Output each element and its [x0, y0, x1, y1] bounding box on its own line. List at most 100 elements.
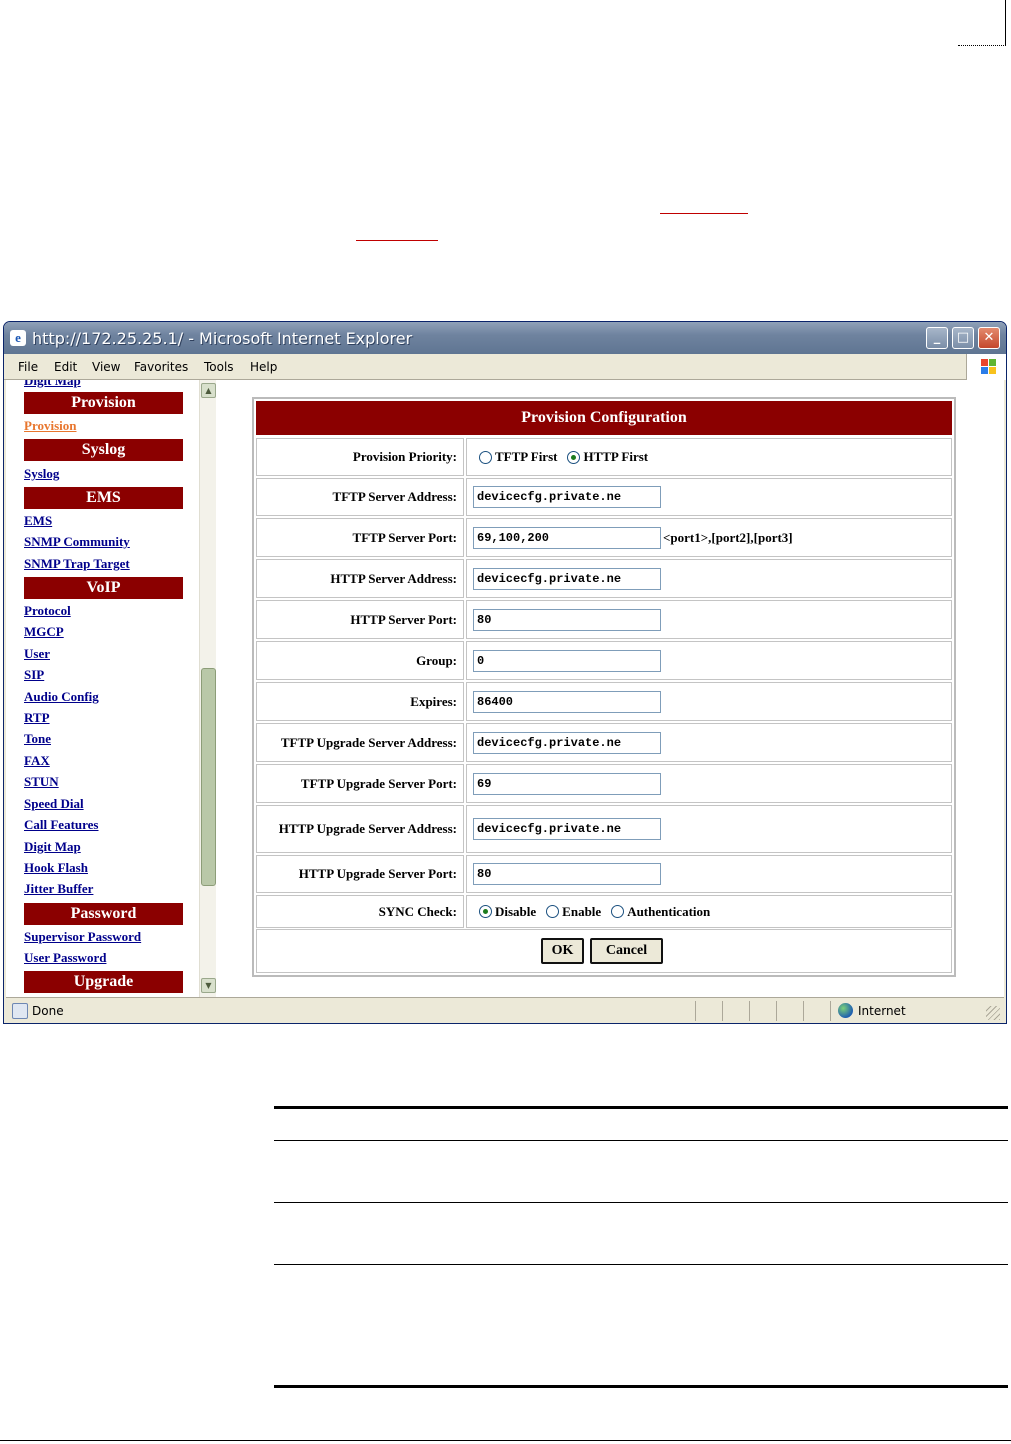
nav-link-provision[interactable]: Provision	[24, 418, 77, 434]
nav-header-provision: Provision	[24, 392, 183, 414]
page-corner-mark	[958, 0, 1006, 46]
form-buttons: OK Cancel	[256, 929, 952, 973]
nav-link-audio-config[interactable]: Audio Config	[24, 689, 99, 705]
nav-link-mgcp[interactable]: MGCP	[24, 624, 64, 640]
http-server-address-input[interactable]: devicecfg.private.ne	[473, 567, 661, 590]
nav-link-supervisor-password[interactable]: Supervisor Password	[24, 929, 141, 945]
ok-button[interactable]: OK	[541, 938, 584, 964]
nav-link-hook-flash[interactable]: Hook Flash	[24, 860, 88, 876]
menu-favorites[interactable]: Favorites	[134, 360, 188, 374]
close-button[interactable]: ✕	[978, 327, 1000, 349]
row-expires: Expires: 86400	[256, 682, 952, 721]
main-frame: Provision Configuration Provision Priori…	[221, 380, 1004, 997]
radio-label: TFTP First	[495, 449, 558, 464]
row-http-server-port: HTTP Server Port: 80	[256, 600, 952, 639]
nav-link-fax[interactable]: FAX	[24, 753, 50, 769]
table-rule	[274, 1264, 1008, 1265]
nav-link-rtp[interactable]: RTP	[24, 710, 50, 726]
port-format-hint: <port1>,[port2],[port3]	[663, 529, 793, 545]
nav-link-snmp-trap-target[interactable]: SNMP Trap Target	[24, 556, 130, 572]
radio-tftp-first[interactable]	[479, 450, 492, 464]
internet-zone-icon	[838, 1003, 853, 1018]
status-bar: Done Internet	[6, 997, 1004, 1023]
radio-sync-authentication[interactable]	[611, 905, 625, 918]
status-text: Done	[32, 1004, 64, 1018]
scroll-thumb[interactable]	[201, 668, 216, 886]
nav-link-user-password[interactable]: User Password	[24, 950, 106, 966]
nav-link-digit-map-cut[interactable]: Digit Map	[24, 380, 81, 389]
scroll-up-icon[interactable]: ▲	[201, 383, 216, 398]
group-input[interactable]: 0	[473, 649, 661, 672]
tftp-upgrade-server-address-input[interactable]: devicecfg.private.ne	[473, 731, 661, 754]
radio-http-first[interactable]	[567, 450, 581, 464]
nav-header-ems: EMS	[24, 487, 183, 509]
nav-frame: Digit Map Provision Provision Syslog Sys…	[6, 380, 197, 997]
row-tftp-upgrade-server-port: TFTP Upgrade Server Port: 69	[256, 764, 952, 803]
field-label: TFTP Upgrade Server Address:	[256, 723, 464, 762]
http-server-port-input[interactable]: 80	[473, 608, 661, 631]
browser-window: e http://172.25.25.1/ - Microsoft Intern…	[3, 321, 1007, 1024]
radio-label: HTTP First	[583, 449, 649, 464]
window-titlebar[interactable]: e http://172.25.25.1/ - Microsoft Intern…	[4, 322, 1006, 354]
windows-logo-icon	[966, 354, 1006, 380]
provision-config-form: Provision Configuration Provision Priori…	[252, 397, 956, 977]
radio-label: Disable	[495, 903, 537, 919]
nav-link-user[interactable]: User	[24, 646, 50, 662]
field-label: HTTP Upgrade Server Port:	[256, 855, 464, 893]
row-http-upgrade-server-port: HTTP Upgrade Server Port: 80	[256, 855, 952, 893]
config-title: Provision Configuration	[256, 401, 952, 435]
nav-link-jitter-buffer[interactable]: Jitter Buffer	[24, 881, 93, 897]
row-http-server-address: HTTP Server Address: devicecfg.private.n…	[256, 559, 952, 598]
page-viewport: Digit Map Provision Provision Syslog Sys…	[6, 380, 1004, 997]
table-rule	[274, 1140, 1008, 1141]
cancel-button[interactable]: Cancel	[590, 938, 663, 964]
tftp-server-port-input[interactable]: 69,100,200	[473, 526, 661, 549]
scroll-down-icon[interactable]: ▼	[201, 978, 216, 993]
radio-sync-enable[interactable]	[546, 905, 560, 918]
nav-link-snmp-community[interactable]: SNMP Community	[24, 534, 130, 550]
field-label: Group:	[256, 641, 464, 680]
nav-header-syslog: Syslog	[24, 439, 183, 461]
field-label: HTTP Server Port:	[256, 600, 464, 639]
page-icon	[12, 1003, 28, 1019]
row-tftp-server-port: TFTP Server Port: 69,100,200 <port1>,[po…	[256, 518, 952, 557]
field-label: HTTP Server Address:	[256, 559, 464, 598]
page-footer-rule	[0, 1440, 1011, 1441]
nav-link-sip[interactable]: SIP	[24, 667, 44, 683]
nav-scrollbar[interactable]: ▲ ▼	[199, 380, 216, 997]
nav-link-call-features[interactable]: Call Features	[24, 817, 99, 833]
minimize-button[interactable]: _	[926, 327, 948, 349]
expires-input[interactable]: 86400	[473, 690, 661, 713]
row-tftp-server-address: TFTP Server Address: devicecfg.private.n…	[256, 478, 952, 516]
menu-help[interactable]: Help	[250, 360, 277, 374]
menu-file[interactable]: File	[18, 360, 38, 374]
menu-tools[interactable]: Tools	[204, 360, 234, 374]
zone-text: Internet	[858, 1004, 906, 1018]
field-label: Provision Priority:	[256, 438, 464, 476]
field-label: Expires:	[256, 682, 464, 721]
radio-sync-disable[interactable]	[479, 905, 492, 918]
radio-label: Authentication	[627, 903, 711, 919]
field-label: HTTP Upgrade Server Address:	[256, 805, 464, 853]
tftp-upgrade-server-port-input[interactable]: 69	[473, 772, 661, 795]
nav-link-ems[interactable]: EMS	[24, 513, 52, 529]
red-underline-mark	[660, 213, 748, 214]
http-upgrade-server-port-input[interactable]: 80	[473, 863, 661, 885]
ie-icon: e	[10, 330, 26, 346]
maximize-button[interactable]: □	[952, 327, 974, 349]
menu-edit[interactable]: Edit	[54, 360, 77, 374]
tftp-server-address-input[interactable]: devicecfg.private.ne	[473, 486, 661, 508]
field-label: TFTP Server Port:	[256, 518, 464, 557]
menu-view[interactable]: View	[92, 360, 120, 374]
nav-link-syslog[interactable]: Syslog	[24, 466, 59, 482]
resize-grip-icon[interactable]	[986, 1006, 1000, 1020]
row-provision-priority: Provision Priority: TFTP First HTTP Firs…	[256, 438, 952, 476]
red-underline-mark	[356, 240, 438, 241]
nav-link-protocol[interactable]: Protocol	[24, 603, 71, 619]
nav-link-tone[interactable]: Tone	[24, 731, 51, 747]
nav-link-stun[interactable]: STUN	[24, 774, 59, 790]
nav-link-speed-dial[interactable]: Speed Dial	[24, 796, 84, 812]
http-upgrade-server-address-input[interactable]: devicecfg.private.ne	[473, 818, 661, 840]
table-bottom-rule	[274, 1385, 1008, 1388]
nav-link-digit-map[interactable]: Digit Map	[24, 839, 81, 855]
